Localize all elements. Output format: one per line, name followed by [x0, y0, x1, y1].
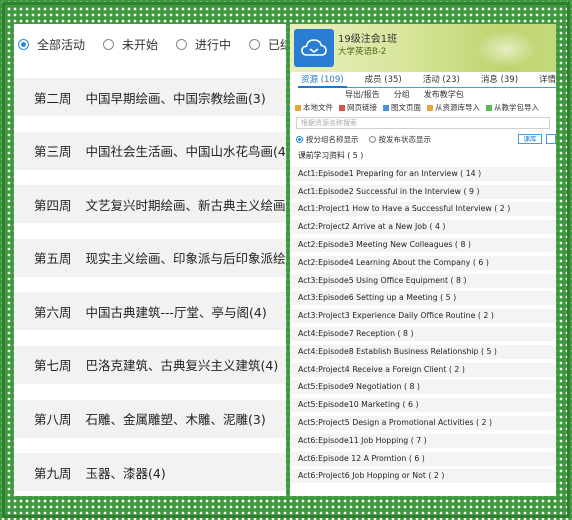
- week-title: 中国社会生活画、中国山水花鸟画(4): [85, 144, 286, 160]
- resource-list: 课前学习资料 ( 5 ) Act1:Episode1 Preparing for…: [290, 149, 556, 484]
- week-title: 现实主义绘画、印象派与后印象派绘画(3): [85, 251, 286, 267]
- week-title: 中国早期绘画、中国宗教绘画(3): [85, 90, 266, 106]
- library-button[interactable]: 课库: [518, 134, 542, 144]
- tab-members[interactable]: 成员 (35): [362, 72, 405, 88]
- radio-selected-icon[interactable]: [296, 135, 303, 143]
- week-label: 第三周: [34, 144, 72, 160]
- week-title: 玉器、漆器(4): [85, 465, 166, 481]
- import-library-button[interactable]: 从资源库导入: [427, 102, 480, 113]
- export-report-link[interactable]: 导出/报告: [345, 89, 380, 100]
- resource-group-row[interactable]: Act4:Project4 Receive a Foreign Client (…: [290, 362, 556, 377]
- resource-group-row[interactable]: Act5:Episode10 Marketing ( 6 ): [290, 398, 556, 413]
- radio-icon[interactable]: [368, 135, 376, 143]
- class-name: 19级注会1班: [338, 34, 398, 45]
- resource-search-input[interactable]: 根据资源名称搜索: [296, 117, 550, 129]
- week-label: 第九周: [34, 465, 72, 481]
- publish-package-link[interactable]: 发布教学包: [424, 89, 464, 100]
- filter-ended[interactable]: 已结束: [249, 36, 286, 53]
- upload-toolbar: 本地文件 网页链接 图文页面 从资源库导入 从教学包导入: [290, 101, 556, 114]
- link-icon: [339, 104, 345, 111]
- class-tabs: 资源 (109) 成员 (35) 活动 (23) 消息 (39) 详情: [298, 72, 556, 88]
- web-link-button[interactable]: 网页链接: [339, 102, 377, 113]
- activity-filter-group: 全部活动 未开始 进行中 已结束: [14, 24, 286, 64]
- resource-actions: 导出/报告 分组 发布教学包: [290, 88, 556, 101]
- resource-group-row[interactable]: Act6:Episode 12 A Promtion ( 6 ): [290, 451, 556, 466]
- extra-button[interactable]: [546, 134, 556, 144]
- tab-activities[interactable]: 活动 (23): [420, 72, 463, 88]
- radio-selected-icon[interactable]: [18, 38, 29, 50]
- resource-group-row[interactable]: Act2:Episode4 Learning About the Company…: [290, 255, 556, 270]
- resource-group-row[interactable]: Act2:Episode3 Meeting New Colleagues ( 8…: [290, 237, 556, 252]
- week-label: 第七周: [34, 358, 72, 374]
- week-label: 第六周: [34, 304, 72, 320]
- package-icon: [486, 104, 492, 111]
- week-list: 第二周 中国早期绘画、中国宗教绘画(3) 第三周 中国社会生活画、中国山水花鸟画(4…: [14, 78, 286, 496]
- resource-group-row[interactable]: Act4:Episode7 Reception ( 8 ): [290, 326, 556, 341]
- tab-resources[interactable]: 资源 (109): [298, 72, 347, 88]
- sort-options: 按分组名称显示 按发布状态显示 课库: [290, 132, 556, 146]
- resource-group-row[interactable]: Act3:Project3 Experience Daily Office Ro…: [290, 309, 556, 324]
- library-icon: [427, 104, 433, 111]
- resource-group-row[interactable]: Act5:Project5 Design a Promotional Activ…: [290, 415, 556, 430]
- resource-group-row[interactable]: Act1:Project1 How to Have a Successful I…: [290, 202, 556, 217]
- group-link[interactable]: 分组: [394, 89, 410, 100]
- sort-by-status[interactable]: 按发布状态显示: [368, 134, 431, 145]
- class-resource-panel: 19级注会1班 大学英语B-2 资源 (109) 成员 (35) 活动 (23)…: [290, 24, 556, 496]
- resource-group-row[interactable]: Act6:Project6 Job Hopping or Not ( 2 ): [290, 469, 556, 484]
- week-item[interactable]: 第八周 石雕、金属雕塑、木雕、泥雕(3): [14, 399, 286, 438]
- cloud-class-logo-icon: [294, 29, 334, 67]
- sort-by-group[interactable]: 按分组名称显示: [296, 134, 359, 145]
- resource-group-row[interactable]: Act6:Episode11 Job Hopping ( 7 ): [290, 433, 556, 448]
- week-title: 石雕、金属雕塑、木雕、泥雕(3): [85, 412, 266, 428]
- radio-icon[interactable]: [249, 38, 261, 50]
- week-item[interactable]: 第三周 中国社会生活画、中国山水花鸟画(4): [14, 131, 286, 170]
- filter-all[interactable]: 全部活动: [18, 36, 85, 53]
- week-item[interactable]: 第六周 中国古典建筑---厅堂、亭与阁(4): [14, 292, 286, 331]
- resource-group-row[interactable]: Act3:Episode5 Using Office Equipment ( 8…: [290, 273, 556, 288]
- course-name: 大学英语B-2: [338, 47, 387, 57]
- tab-messages[interactable]: 消息 (39): [478, 72, 521, 88]
- resource-group-row[interactable]: Act3:Episode6 Setting up a Meeting ( 5 ): [290, 291, 556, 306]
- local-file-button[interactable]: 本地文件: [295, 102, 333, 113]
- week-title: 文艺复兴时期绘画、新古典主义绘画(3): [85, 197, 286, 213]
- radio-icon[interactable]: [176, 38, 188, 50]
- filter-in-progress[interactable]: 进行中: [176, 36, 231, 53]
- week-label: 第八周: [34, 412, 72, 428]
- week-title: 巴洛克建筑、古典复兴主义建筑(4): [85, 358, 279, 374]
- class-banner: 19级注会1班 大学英语B-2: [290, 24, 556, 72]
- week-title: 中国古典建筑---厅堂、亭与阁(4): [85, 304, 267, 320]
- week-item[interactable]: 第七周 巴洛克建筑、古典复兴主义建筑(4): [14, 345, 286, 384]
- week-item[interactable]: 第二周 中国早期绘画、中国宗教绘画(3): [14, 78, 286, 116]
- filter-not-started[interactable]: 未开始: [103, 36, 158, 53]
- import-package-button[interactable]: 从教学包导入: [486, 102, 539, 113]
- resource-group-row[interactable]: Act4:Episode8 Establish Business Relatio…: [290, 344, 556, 359]
- tab-details[interactable]: 详情: [536, 72, 556, 88]
- resource-group-row[interactable]: Act2:Project2 Arrive at a New Job ( 4 ): [290, 220, 556, 235]
- week-item[interactable]: 第四周 文艺复兴时期绘画、新古典主义绘画(3): [14, 185, 286, 224]
- week-label: 第二周: [34, 90, 72, 106]
- file-icon: [295, 104, 301, 111]
- resource-group-row[interactable]: Act1:Episode1 Preparing for an Interview…: [290, 166, 556, 181]
- activity-panel: 全部活动 未开始 进行中 已结束 第二周中国早期绘画、中国宗教绘画(3) 第三周…: [14, 24, 286, 496]
- resource-group-row[interactable]: Act5:Episode9 Negotiation ( 8 ): [290, 380, 556, 395]
- week-item[interactable]: 第五周现实主义绘画、印象派与后印象派绘画(3): [14, 238, 286, 277]
- week-label: 第五周: [34, 251, 72, 267]
- resource-group-row[interactable]: Act1:Episode2 Successful in the Intervie…: [290, 184, 556, 199]
- rich-page-button[interactable]: 图文页面: [383, 102, 421, 113]
- page-icon: [383, 104, 389, 111]
- week-item[interactable]: 第九周 玉器、漆器(4): [14, 453, 286, 492]
- radio-icon[interactable]: [103, 38, 115, 50]
- week-label: 第四周: [34, 197, 72, 213]
- resource-group-row[interactable]: 课前学习资料 ( 5 ): [290, 149, 556, 163]
